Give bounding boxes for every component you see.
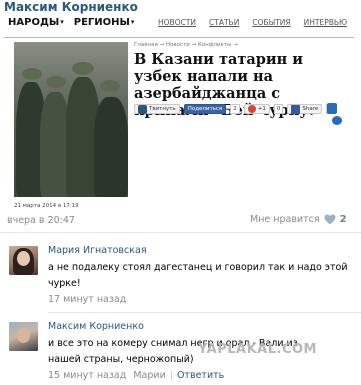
gplus-icon [247,105,256,113]
nav-item-news[interactable]: НОВОСТИ [158,18,196,27]
comment-time-text[interactable]: 15 минут назад [48,370,126,381]
site-nav-main: НАРОДЫ▾ РЕГИОНЫ▾ [8,17,134,28]
vk-icon [138,104,147,114]
news-date: 21 марта 2014 в 17:19 [14,203,79,209]
comment-divider [48,312,361,313]
facebook-share-button[interactable]: Share [287,104,323,114]
reply-target[interactable]: Марии [133,370,165,381]
site-nav-secondary: НОВОСТИ СТАТЬИ СОБЫТИЯ ИНТЕРВЬЮ [158,18,347,27]
nav-item-events[interactable]: СОБЫТИЯ [252,18,290,27]
like-label: Мне нравится [250,214,320,225]
watermark: YAPLAKAL.COM [198,342,317,357]
like-button[interactable]: Мне нравится 2 [250,214,347,225]
divider [0,232,361,233]
heart-icon [324,214,336,225]
dropdown-icon: ▾ [130,18,135,26]
comment-time[interactable]: 17 минут назад [48,294,126,305]
breadcrumb[interactable]: Главная → Новости → Конфликты → [134,42,238,48]
share-button[interactable]: Поделиться [183,104,227,114]
social-icon[interactable] [332,116,342,125]
nav-item-regions[interactable]: РЕГИОНЫ▾ [74,17,135,28]
separator: | [169,370,173,381]
avatar[interactable] [9,246,38,275]
share-bar: Твитнуть Поделиться 2 +1 0 Share 6 [134,103,354,115]
comment: Мария Игнатовская а не подалеку стоял да… [0,242,361,310]
comment-text: а не подалеку стоял дагестанец и говорил… [48,262,348,289]
nav-item-peoples[interactable]: НАРОДЫ▾ [8,17,64,28]
post-time[interactable]: вчера в 20:47 [7,215,75,226]
nav-item-articles[interactable]: СТАТЬИ [209,18,239,27]
comment-author[interactable]: Максим Корниенко [48,321,144,332]
dropdown-icon: ▾ [60,18,64,26]
news-photo [14,42,128,197]
reply-button[interactable]: Ответить [177,370,224,381]
avatar[interactable] [9,322,38,351]
comment-time: 15 минут назад Марии | Ответить [48,370,224,381]
share-count: 2 [230,104,240,114]
comment-author[interactable]: Мария Игнатовская [48,245,147,256]
nav-item-interviews[interactable]: ИНТЕРВЬЮ [304,18,347,27]
gplus-button[interactable]: +1 [243,104,270,114]
site-nav: НАРОДЫ▾ РЕГИОНЫ▾ НОВОСТИ СТАТЬИ СОБЫТИЯ … [4,12,354,38]
gplus-count: 0 [273,104,284,114]
tweet-button[interactable]: Твитнуть [134,104,180,114]
facebook-icon [291,104,301,114]
like-count: 2 [339,214,347,225]
news-screenshot: НАРОДЫ▾ РЕГИОНЫ▾ НОВОСТИ СТАТЬИ СОБЫТИЯ … [4,12,354,220]
bookmark-icon[interactable] [327,103,337,114]
